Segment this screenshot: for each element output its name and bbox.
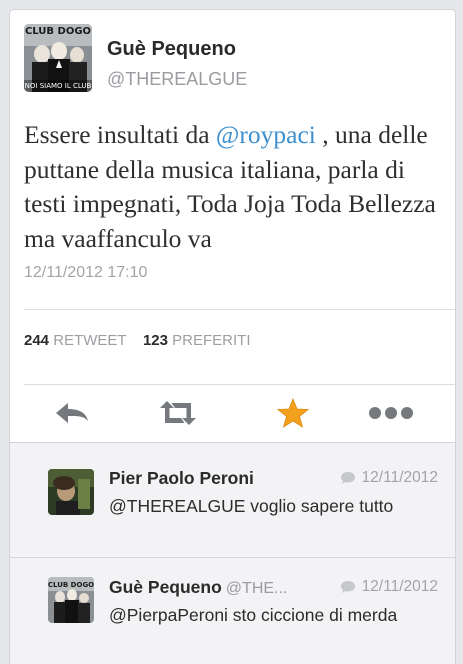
- reply-timestamp: 12/11/2012: [340, 469, 438, 487]
- reply-arrow-icon: [56, 403, 88, 423]
- svg-text:CLUB DOGO: CLUB DOGO: [48, 581, 94, 589]
- speech-bubble-icon: [340, 472, 355, 484]
- retweets-label: RETWEET: [53, 332, 127, 349]
- reply-avatar[interactable]: CLUB DOGO: [48, 577, 94, 623]
- reply-author-name[interactable]: Guè Pequeno @THE...: [109, 577, 287, 598]
- reply-author-handle: @THE...: [225, 580, 288, 597]
- reply-item[interactable]: Pier Paolo Peroni 12/11/2012 @THEREALGUE…: [10, 443, 455, 558]
- action-bar: [10, 385, 455, 441]
- favorites-label: PREFERITI: [172, 332, 251, 349]
- retweets-stat[interactable]: 244 RETWEET: [24, 332, 126, 349]
- reply-author-name[interactable]: Pier Paolo Peroni: [109, 468, 258, 489]
- reply-timestamp: 12/11/2012: [340, 578, 438, 596]
- avatar-logo: CLUB DOGO: [24, 26, 92, 37]
- reply-text: @THEREALGUE voglio sapere tutto: [109, 496, 394, 516]
- favorite-button[interactable]: [263, 385, 323, 441]
- replies-list: Pier Paolo Peroni 12/11/2012 @THEREALGUE…: [10, 442, 455, 664]
- star-icon: [277, 398, 309, 428]
- tweet-timestamp: 12/11/2012 17:10: [24, 264, 148, 281]
- tweet-card: CLUB DOGO NOI SIAMO IL CLUB Guè Pequeno …: [9, 9, 456, 664]
- author-handle[interactable]: @THEREALGUE: [107, 69, 247, 90]
- more-dots-icon: [369, 407, 413, 419]
- mention-link[interactable]: @roypaci: [216, 120, 316, 149]
- retweet-button[interactable]: [148, 385, 208, 441]
- retweet-icon: [160, 401, 196, 425]
- favorites-stat[interactable]: 123 PREFERITI: [143, 332, 251, 349]
- reply-timestamp-text: 12/11/2012: [361, 578, 438, 595]
- retweets-count: 244: [24, 332, 50, 349]
- reply-text: @PierpaPeroni sto ciccione di merda: [109, 605, 398, 625]
- reply-avatar[interactable]: [48, 469, 94, 515]
- reply-item[interactable]: CLUB DOGO Guè Pequeno @THE... 12/11/2012 …: [10, 558, 455, 664]
- reply-timestamp-text: 12/11/2012: [361, 469, 438, 486]
- tweet-text-before: Essere insultati da: [24, 120, 216, 149]
- author-avatar[interactable]: CLUB DOGO NOI SIAMO IL CLUB: [24, 24, 92, 92]
- speech-bubble-icon: [340, 581, 355, 593]
- avatar-caption: NOI SIAMO IL CLUB: [24, 82, 92, 90]
- favorites-count: 123: [142, 332, 168, 349]
- tweet-text: Essere insultati da @roypaci , una delle…: [24, 118, 449, 256]
- author-name[interactable]: Guè Pequeno: [107, 38, 236, 61]
- tweet-stats: 244 RETWEET 123 PREFERITI: [24, 332, 250, 349]
- divider: [24, 309, 455, 310]
- more-button[interactable]: [361, 385, 421, 441]
- reply-button[interactable]: [42, 385, 102, 441]
